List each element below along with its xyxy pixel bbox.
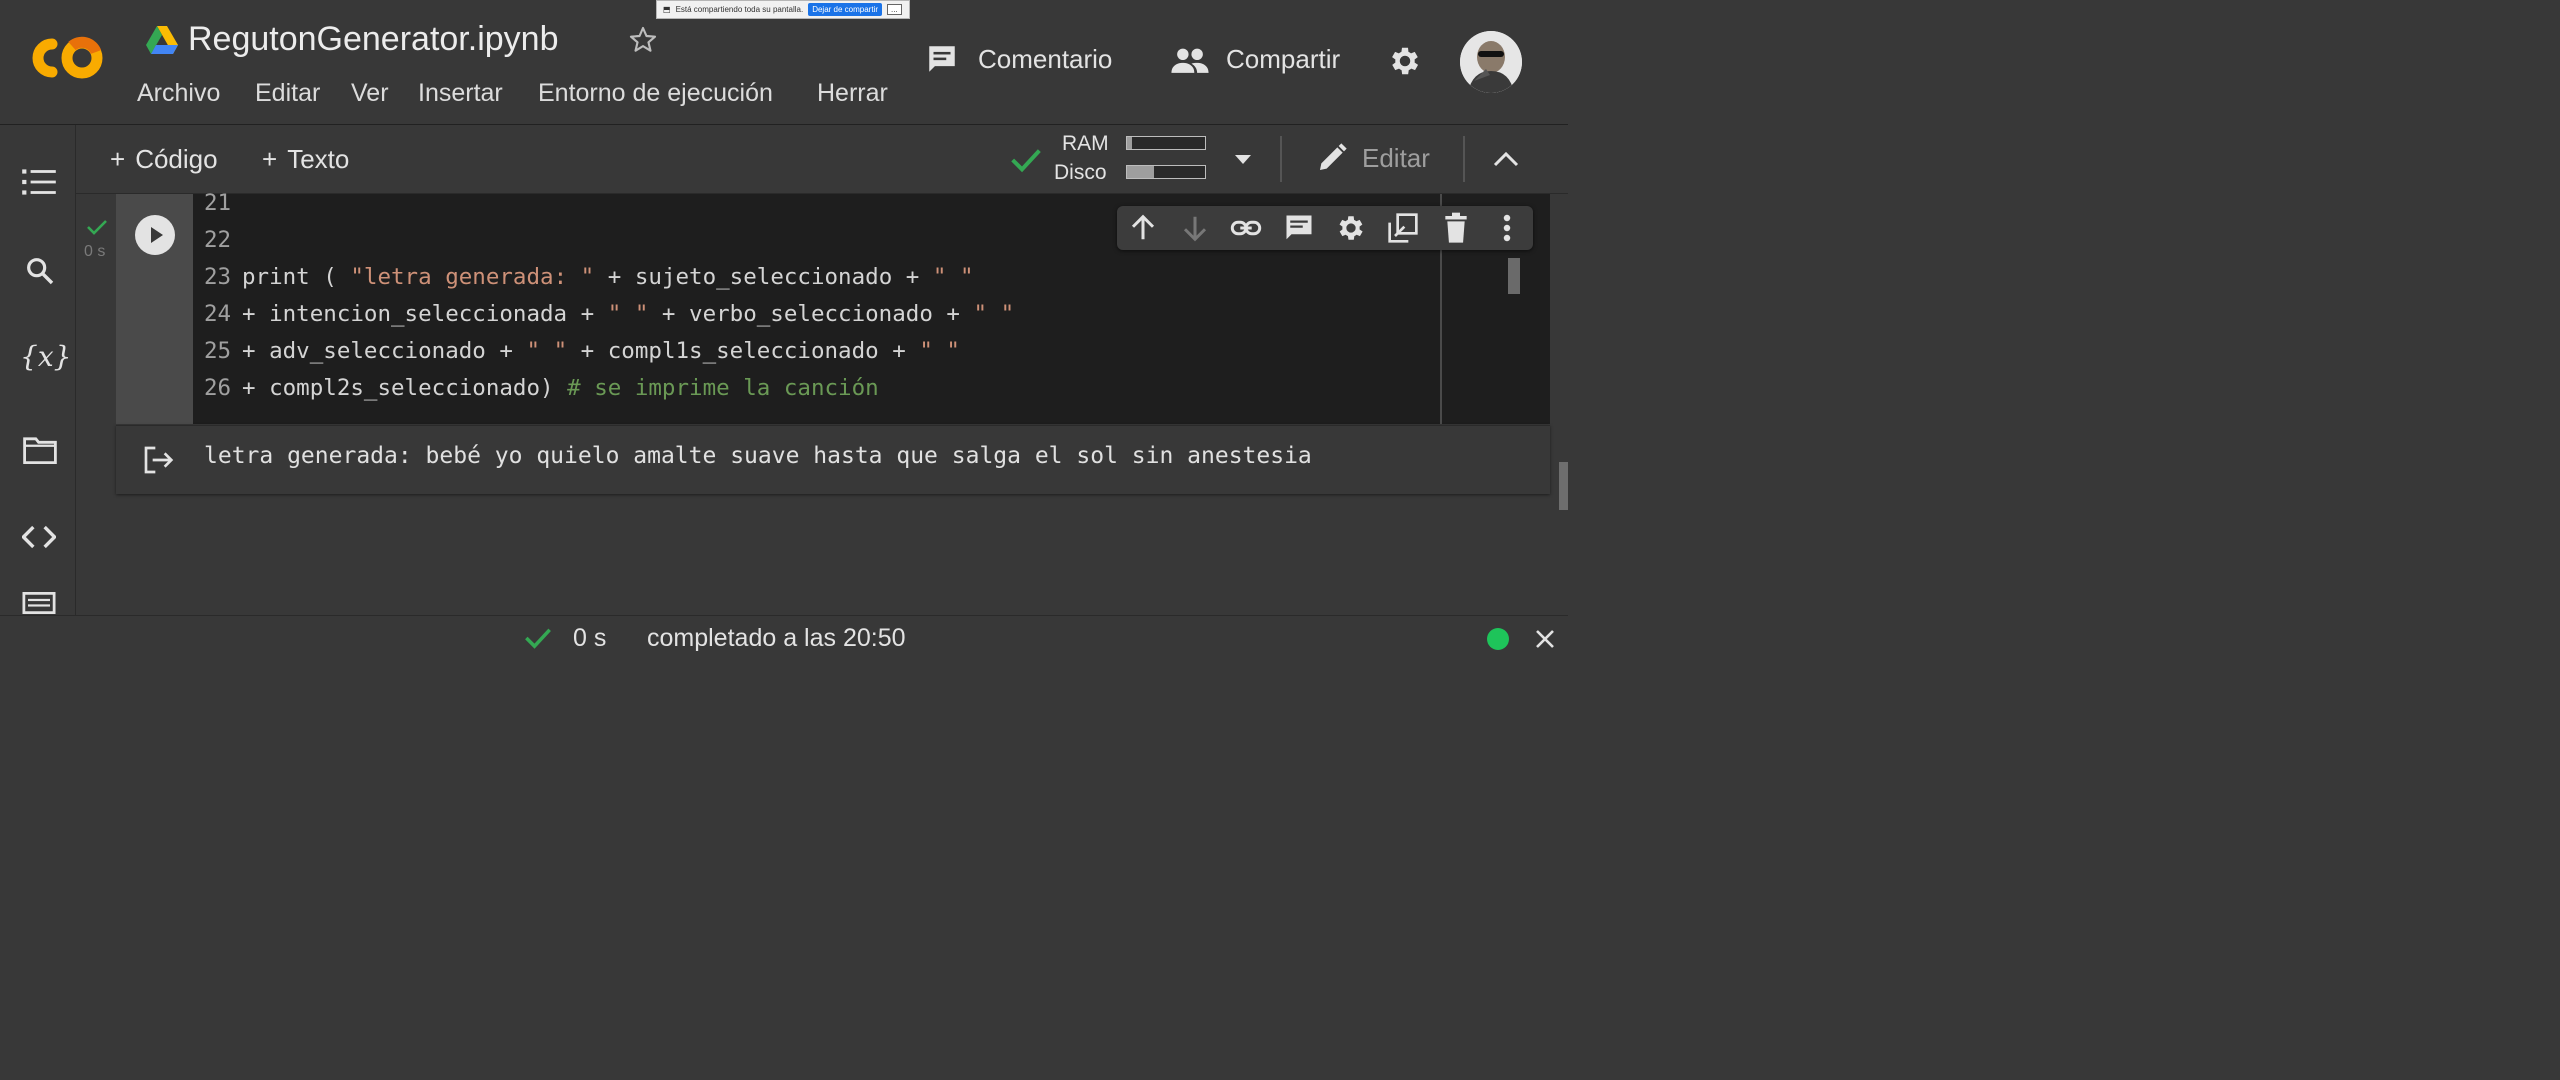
people-icon bbox=[1170, 45, 1210, 75]
ram-usage-bar bbox=[1126, 136, 1206, 150]
comment-button[interactable]: Comentario bbox=[924, 42, 1112, 76]
notebook-scrollbar-thumb[interactable] bbox=[1559, 462, 1568, 510]
cell-scrollbar-thumb[interactable] bbox=[1508, 258, 1520, 294]
folder-icon[interactable] bbox=[23, 436, 57, 464]
cell-settings-gear-icon[interactable] bbox=[1335, 212, 1367, 244]
resource-monitor[interactable]: RAM Disco bbox=[1040, 132, 1240, 188]
toolbar-divider bbox=[1280, 136, 1282, 182]
cell-exec-time: 0 s bbox=[84, 243, 106, 260]
add-text-label: Texto bbox=[287, 144, 350, 174]
ram-label: RAM bbox=[1062, 132, 1109, 155]
search-icon[interactable] bbox=[24, 255, 56, 287]
run-cell-button[interactable] bbox=[135, 215, 175, 255]
add-text-button[interactable]: + Texto bbox=[262, 144, 349, 175]
menu-editar[interactable]: Editar bbox=[255, 79, 320, 108]
close-icon[interactable] bbox=[1533, 627, 1557, 651]
status-check-icon bbox=[524, 626, 552, 650]
menu-insertar[interactable]: Insertar bbox=[418, 79, 503, 108]
link-icon[interactable] bbox=[1230, 214, 1262, 242]
move-up-arrow-icon[interactable] bbox=[1128, 213, 1158, 243]
code-text: + adv_seleccionado + " " + compl1s_selec… bbox=[242, 338, 960, 364]
line-number: 22 bbox=[204, 227, 232, 253]
code-line[interactable]: 23 print ( "letra generada: " + sujeto_se… bbox=[204, 264, 974, 290]
stop-sharing-button[interactable]: Dejar de compartir bbox=[808, 3, 883, 16]
move-down-arrow-icon[interactable] bbox=[1180, 213, 1210, 243]
disk-label: Disco bbox=[1054, 161, 1107, 184]
line-number: 26 bbox=[204, 375, 232, 401]
code-text: print ( "letra generada: " + sujeto_sele… bbox=[242, 264, 974, 290]
notebook-scrollbar[interactable] bbox=[1559, 194, 1568, 614]
colab-logo[interactable] bbox=[26, 32, 108, 84]
plus-icon: + bbox=[262, 144, 278, 174]
delete-trash-icon[interactable] bbox=[1442, 212, 1470, 244]
menu-herramientas[interactable]: Herrar bbox=[817, 79, 888, 108]
code-text: + intencion_seleccionada + " " + verbo_s… bbox=[242, 301, 1015, 327]
code-line[interactable]: 26 + compl2s_seleccionado) # se imprime l… bbox=[204, 375, 879, 401]
ram-usage-fill bbox=[1127, 137, 1132, 149]
disk-usage-fill bbox=[1127, 166, 1155, 178]
line-number: 21 bbox=[204, 190, 232, 216]
plus-icon: + bbox=[110, 144, 126, 174]
resource-dropdown-icon[interactable] bbox=[1234, 153, 1252, 165]
pencil-icon bbox=[1316, 142, 1348, 174]
add-code-button[interactable]: + Código bbox=[110, 144, 218, 175]
code-line[interactable]: 24 + intencion_seleccionada + " " + verbo… bbox=[204, 301, 1014, 327]
line-number: 24 bbox=[204, 301, 232, 327]
drive-icon[interactable] bbox=[146, 26, 178, 54]
comment-icon[interactable] bbox=[1283, 213, 1315, 243]
output-menu-icon[interactable] bbox=[142, 445, 174, 475]
code-snippets-icon[interactable] bbox=[22, 524, 56, 550]
comment-icon bbox=[924, 42, 960, 76]
collapse-chevron-up-icon[interactable] bbox=[1493, 150, 1519, 168]
disk-usage-bar bbox=[1126, 165, 1206, 179]
output-text: letra generada: bebé yo quielo amalte su… bbox=[204, 443, 1312, 469]
code-line[interactable]: 21 bbox=[204, 190, 242, 216]
menu-entorno-ejecucion[interactable]: Entorno de ejecución bbox=[538, 79, 773, 108]
share-banner-more-button[interactable]: ... bbox=[887, 4, 902, 15]
share-label: Compartir bbox=[1226, 44, 1341, 74]
mirror-cell-icon[interactable] bbox=[1387, 212, 1419, 244]
edit-button[interactable]: Editar bbox=[1316, 142, 1430, 174]
menu-archivo[interactable]: Archivo bbox=[137, 79, 220, 108]
edit-label: Editar bbox=[1362, 142, 1430, 173]
terminal-icon[interactable] bbox=[22, 592, 56, 614]
status-time: 0 s bbox=[573, 624, 607, 652]
more-options-icon[interactable] bbox=[1499, 213, 1515, 243]
play-icon bbox=[151, 227, 163, 243]
screen-share-banner: ⬒ Está compartiendo toda su pantalla. De… bbox=[656, 0, 910, 19]
comment-label: Comentario bbox=[978, 43, 1113, 74]
toolbar-divider bbox=[1463, 136, 1465, 182]
code-line[interactable]: 22 bbox=[204, 227, 242, 253]
settings-gear-icon[interactable] bbox=[1387, 43, 1423, 79]
add-code-label: Código bbox=[135, 144, 218, 174]
share-button[interactable]: Compartir bbox=[1170, 44, 1340, 75]
code-line[interactable]: 25 + adv_seleccionado + " " + compl1s_sel… bbox=[204, 338, 960, 364]
variables-icon[interactable]: {x} bbox=[20, 340, 71, 373]
share-screen-icon: ⬒ bbox=[663, 5, 671, 14]
user-avatar[interactable] bbox=[1460, 31, 1522, 93]
share-banner-message: Está compartiendo toda su pantalla. bbox=[675, 5, 804, 14]
connection-status-dot bbox=[1487, 628, 1509, 650]
connected-check-icon bbox=[1010, 146, 1042, 174]
star-icon[interactable] bbox=[626, 24, 660, 56]
cell-success-check-icon bbox=[86, 218, 108, 236]
notebook-title[interactable]: RegutonGenerator.ipynb bbox=[188, 20, 558, 59]
table-of-contents-icon[interactable] bbox=[22, 168, 56, 196]
code-text: + compl2s_seleccionado) # se imprime la … bbox=[242, 375, 879, 401]
status-message[interactable]: completado a las 20:50 bbox=[647, 624, 906, 653]
menu-ver[interactable]: Ver bbox=[351, 79, 389, 108]
line-number: 23 bbox=[204, 264, 232, 290]
line-number: 25 bbox=[204, 338, 232, 364]
